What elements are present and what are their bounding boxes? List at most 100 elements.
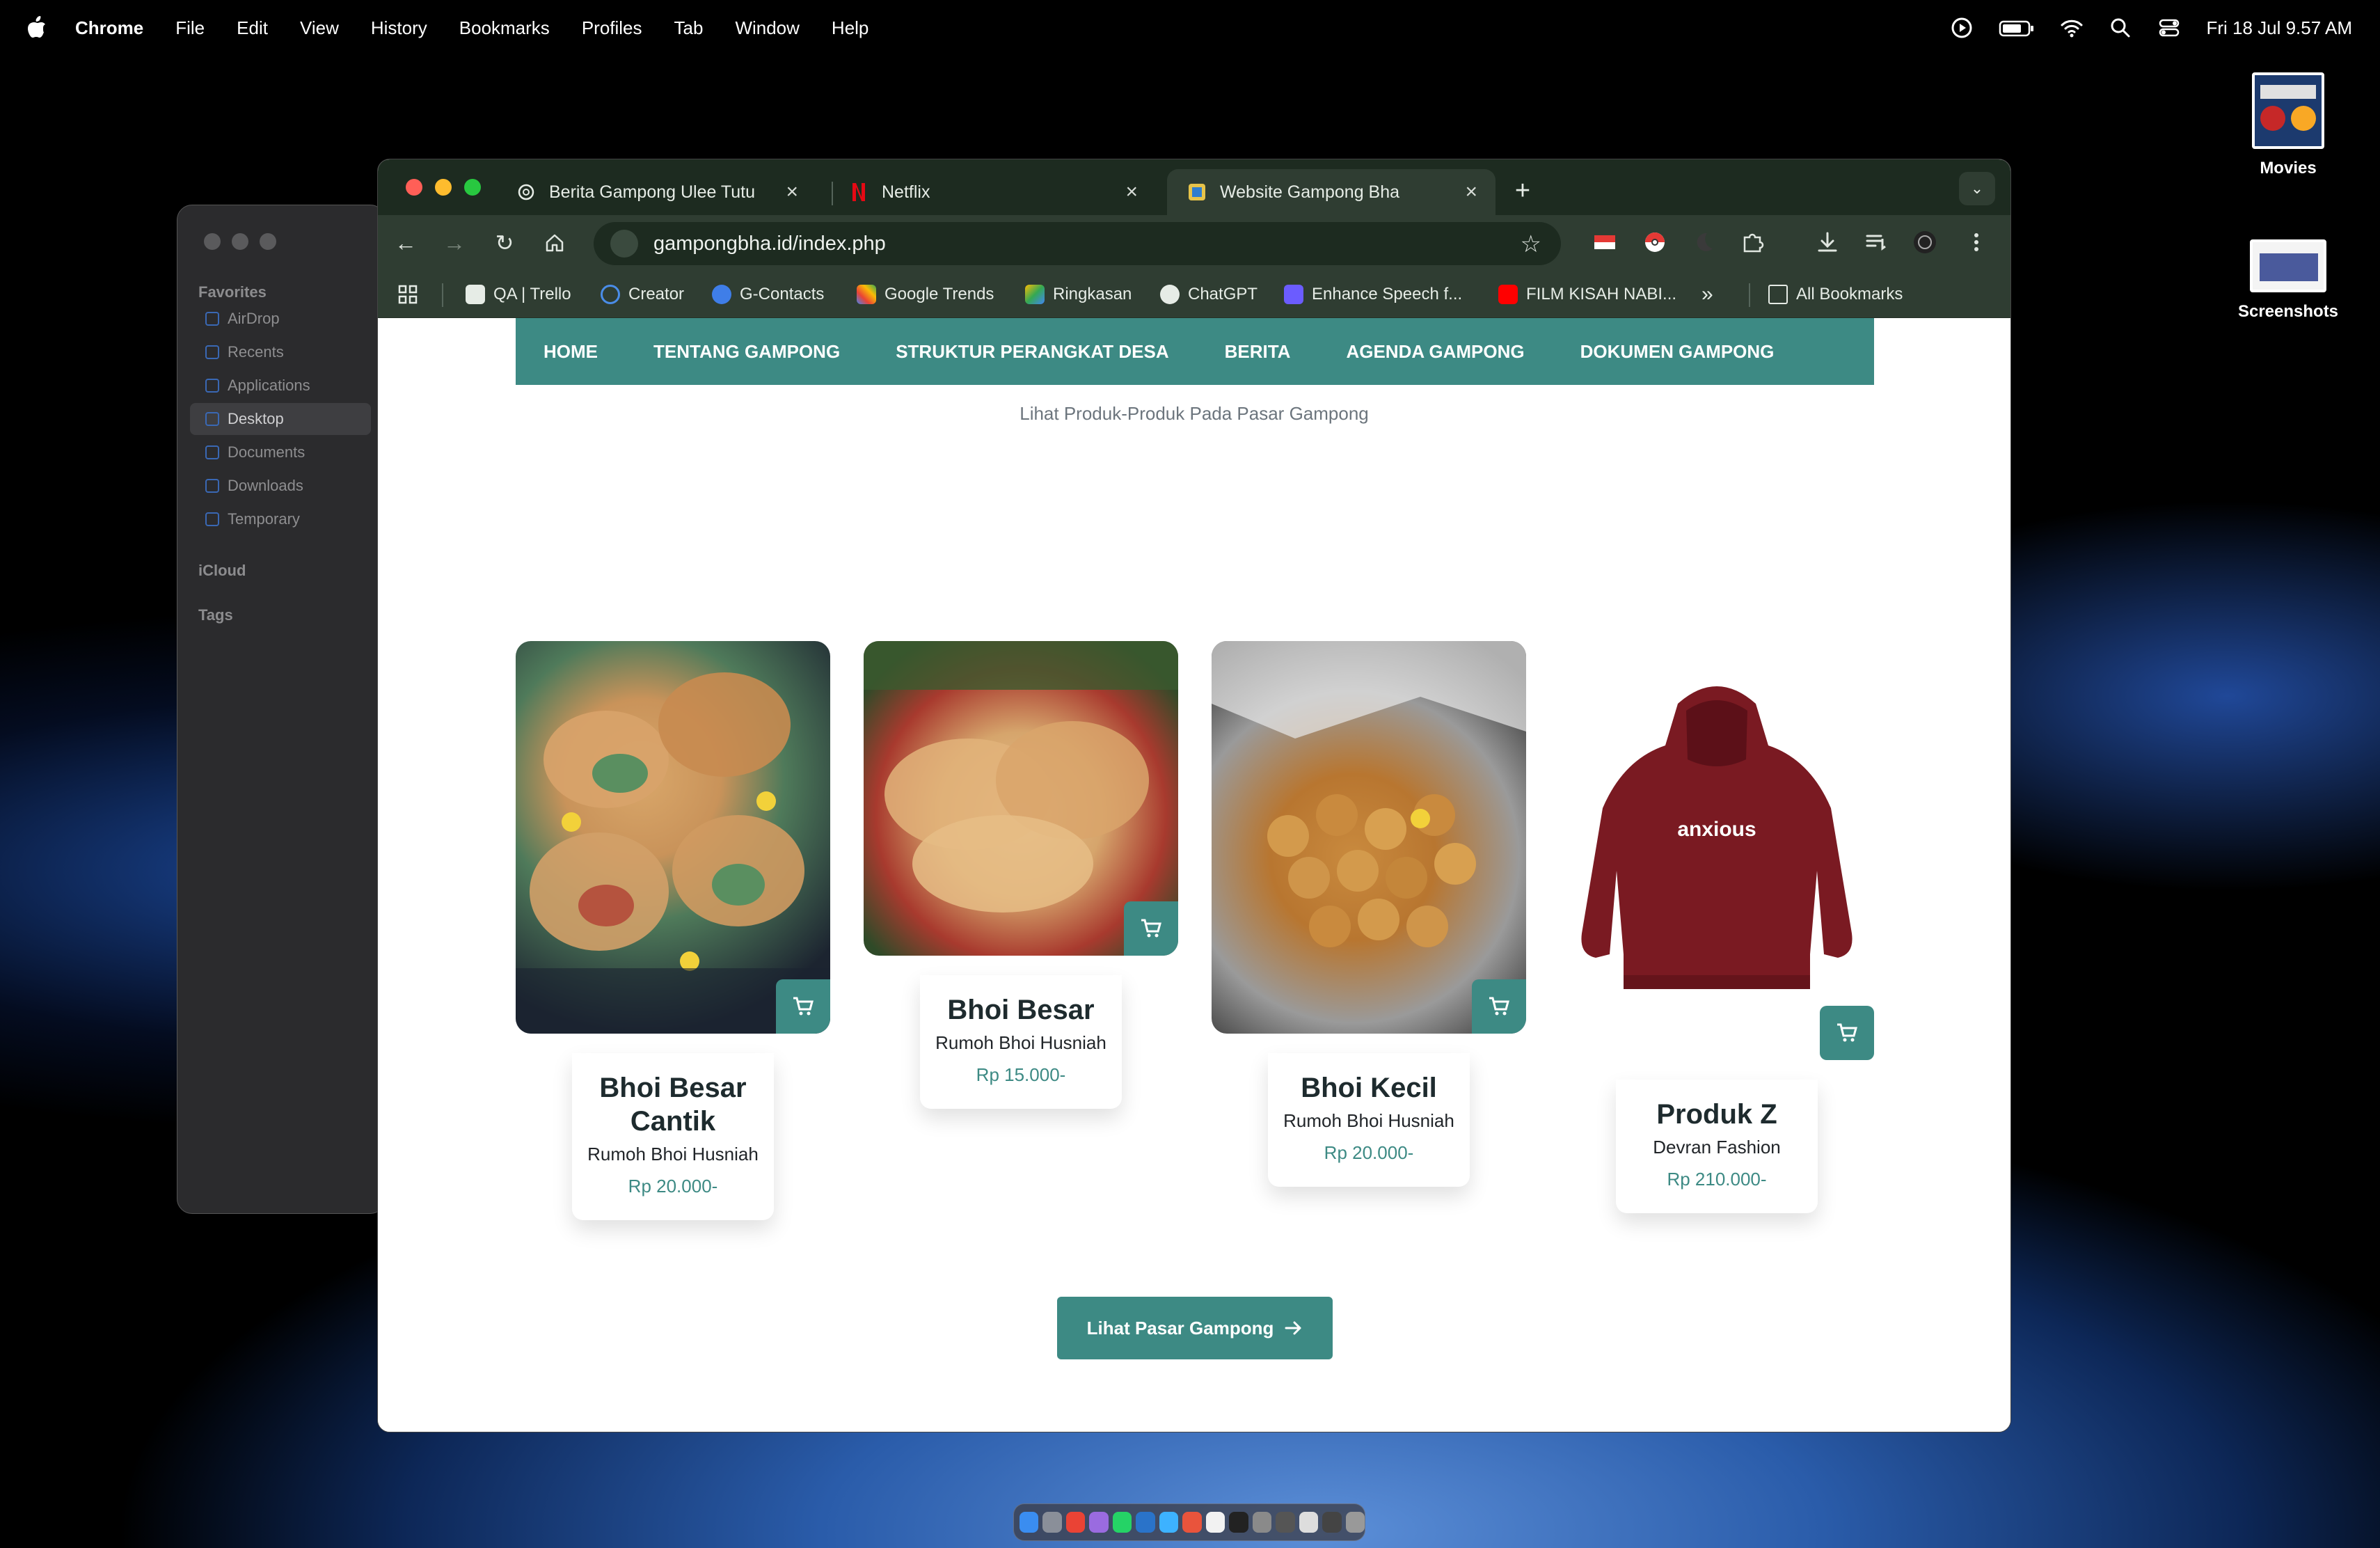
menu-edit[interactable]: Edit <box>237 17 268 39</box>
battery-icon[interactable] <box>1999 16 2035 40</box>
menu-bookmarks[interactable]: Bookmarks <box>459 17 550 39</box>
menu-tab[interactable]: Tab <box>674 17 704 39</box>
menubar-clock[interactable]: Fri 18 Jul 9.57 AM <box>2206 17 2352 39</box>
zoom-window-button[interactable] <box>464 179 481 196</box>
finder-window[interactable]: Favorites AirDrop Recents Applications D… <box>177 205 386 1214</box>
finder-item-downloads[interactable]: Downloads <box>190 470 371 502</box>
tab-search-chevron-down-icon[interactable]: ⌄ <box>1959 172 1995 205</box>
indonesia-flag-extension-icon[interactable] <box>1592 229 1618 255</box>
app-dock-icon[interactable] <box>1322 1512 1342 1533</box>
app-dock-icon[interactable] <box>1089 1512 1109 1533</box>
product-name[interactable]: Bhoi Kecil <box>1278 1071 1460 1105</box>
product-image[interactable]: anxious <box>1560 641 1874 1060</box>
finder-item-temporary[interactable]: Temporary <box>190 503 371 535</box>
finder-item-applications[interactable]: Applications <box>190 370 371 402</box>
wifi-icon[interactable] <box>2060 16 2084 40</box>
whatsapp-dock-icon[interactable] <box>1112 1512 1132 1533</box>
app-dock-icon[interactable] <box>1299 1512 1319 1533</box>
add-to-cart-button[interactable] <box>776 979 830 1034</box>
all-bookmarks-folder[interactable]: All Bookmarks <box>1768 281 1903 308</box>
tab-berita-gampong[interactable]: Berita Gampong Ulee Tutu × <box>496 169 816 215</box>
home-icon[interactable] <box>539 228 570 258</box>
extensions-puzzle-icon[interactable] <box>1739 229 1766 255</box>
bookmark-chatgpt[interactable]: ChatGPT <box>1160 281 1258 308</box>
menu-file[interactable]: File <box>175 17 205 39</box>
nav-tentang-gampong[interactable]: TENTANG GAMPONG <box>653 341 840 363</box>
finder-item-airdrop[interactable]: AirDrop <box>190 303 371 335</box>
nav-agenda-gampong[interactable]: AGENDA GAMPONG <box>1346 341 1524 363</box>
finder-item-desktop[interactable]: Desktop <box>190 403 371 435</box>
control-center-icon[interactable] <box>2157 16 2181 40</box>
menu-app-name[interactable]: Chrome <box>75 17 143 39</box>
bookmark-trello[interactable]: QA | Trello <box>466 281 571 308</box>
bookmark-ringkasan[interactable]: Ringkasan <box>1025 281 1132 308</box>
more-menu-icon[interactable] <box>1963 229 1990 255</box>
new-tab-button[interactable]: + <box>1505 173 1540 208</box>
finder-dock-icon[interactable] <box>1020 1512 1039 1533</box>
app-dock-icon[interactable] <box>1252 1512 1272 1533</box>
terminal-dock-icon[interactable] <box>1229 1512 1248 1533</box>
menu-window[interactable]: Window <box>735 17 799 39</box>
bookmarks-overflow-chevron-icon[interactable]: » <box>1701 281 1713 308</box>
finder-item-recents[interactable]: Recents <box>190 336 371 368</box>
lihat-pasar-gampong-button[interactable]: Lihat Pasar Gampong <box>1057 1297 1333 1359</box>
bookmark-star-icon[interactable]: ☆ <box>1521 230 1541 258</box>
product-name[interactable]: Bhoi Besar Cantik <box>582 1071 764 1138</box>
tab-website-gampong-bha[interactable]: Website Gampong Bha × <box>1167 169 1496 215</box>
bookmark-film-kisah-nabi[interactable]: FILM KISAH NABI... <box>1498 281 1676 308</box>
back-arrow-icon[interactable]: ← <box>390 228 421 258</box>
launchpad-dock-icon[interactable] <box>1042 1512 1062 1533</box>
app-dock-icon[interactable] <box>1182 1512 1202 1533</box>
address-bar[interactable]: gampongbha.id/index.php ☆ <box>594 222 1561 265</box>
reading-list-icon[interactable] <box>1863 229 1889 255</box>
app-dock-icon[interactable] <box>1205 1512 1225 1533</box>
add-to-cart-button[interactable] <box>1820 1006 1874 1060</box>
product-name[interactable]: Produk Z <box>1626 1098 1808 1131</box>
bookmark-creator[interactable]: Creator <box>601 281 684 308</box>
pokeball-extension-icon[interactable] <box>1642 229 1668 255</box>
bookmark-google-trends[interactable]: Google Trends <box>857 281 994 308</box>
play-circle-icon[interactable] <box>1950 16 1974 40</box>
product-name[interactable]: Bhoi Besar <box>930 993 1112 1027</box>
product-card[interactable]: Bhoi Besar Rumoh Bhoi Husniah Rp 15.000- <box>864 641 1178 1142</box>
tab-close-icon[interactable]: × <box>786 180 798 204</box>
nav-dokumen-gampong[interactable]: DOKUMEN GAMPONG <box>1580 341 1775 363</box>
finder-window-controls[interactable] <box>204 233 276 250</box>
nav-home[interactable]: HOME <box>544 341 598 363</box>
desktop-icon-screenshots[interactable]: Screenshots <box>2219 239 2358 322</box>
tab-netflix[interactable]: Netflix × <box>829 169 1156 215</box>
minimize-window-button[interactable] <box>435 179 452 196</box>
menu-history[interactable]: History <box>371 17 427 39</box>
bookmark-enhance-speech[interactable]: Enhance Speech f... <box>1284 281 1462 308</box>
site-info-icon[interactable] <box>610 230 638 258</box>
chrome-dock-icon[interactable] <box>1065 1512 1086 1533</box>
product-card[interactable]: anxious Produk Z Devran Fashion Rp 210.0… <box>1560 641 1874 1254</box>
reload-icon[interactable]: ↻ <box>489 228 520 258</box>
bookmark-g-contacts[interactable]: G-Contacts <box>712 281 824 308</box>
apps-grid-icon[interactable] <box>397 281 418 308</box>
app-dock-icon[interactable] <box>1159 1512 1179 1533</box>
menu-profiles[interactable]: Profiles <box>582 17 642 39</box>
nav-berita[interactable]: BERITA <box>1225 341 1291 363</box>
add-to-cart-button[interactable] <box>1124 901 1178 956</box>
apple-icon[interactable] <box>26 15 47 39</box>
product-card[interactable]: Bhoi Kecil Rumoh Bhoi Husniah Rp 20.000- <box>1212 641 1526 1226</box>
add-to-cart-button[interactable] <box>1472 979 1526 1034</box>
product-image[interactable] <box>516 641 830 1034</box>
finder-item-documents[interactable]: Documents <box>190 436 371 468</box>
product-image[interactable] <box>1212 641 1526 1034</box>
tab-close-icon[interactable]: × <box>1125 180 1138 204</box>
spotlight-search-icon[interactable] <box>2109 16 2132 40</box>
desktop-icon-movies[interactable]: Movies <box>2219 72 2358 178</box>
moon-extension-icon[interactable] <box>1690 229 1717 255</box>
forward-arrow-icon[interactable]: → <box>439 228 470 258</box>
url-text[interactable]: gampongbha.id/index.php <box>653 232 886 255</box>
trash-dock-icon[interactable] <box>1345 1512 1365 1533</box>
window-controls[interactable] <box>406 179 481 196</box>
tab-close-icon[interactable]: × <box>1465 180 1477 204</box>
download-icon[interactable] <box>1814 229 1841 255</box>
close-window-button[interactable] <box>406 179 422 196</box>
product-card[interactable]: Bhoi Besar Cantik Rumoh Bhoi Husniah Rp … <box>516 641 830 1254</box>
app-dock-icon[interactable] <box>1276 1512 1295 1533</box>
profile-avatar[interactable] <box>1912 229 1938 255</box>
